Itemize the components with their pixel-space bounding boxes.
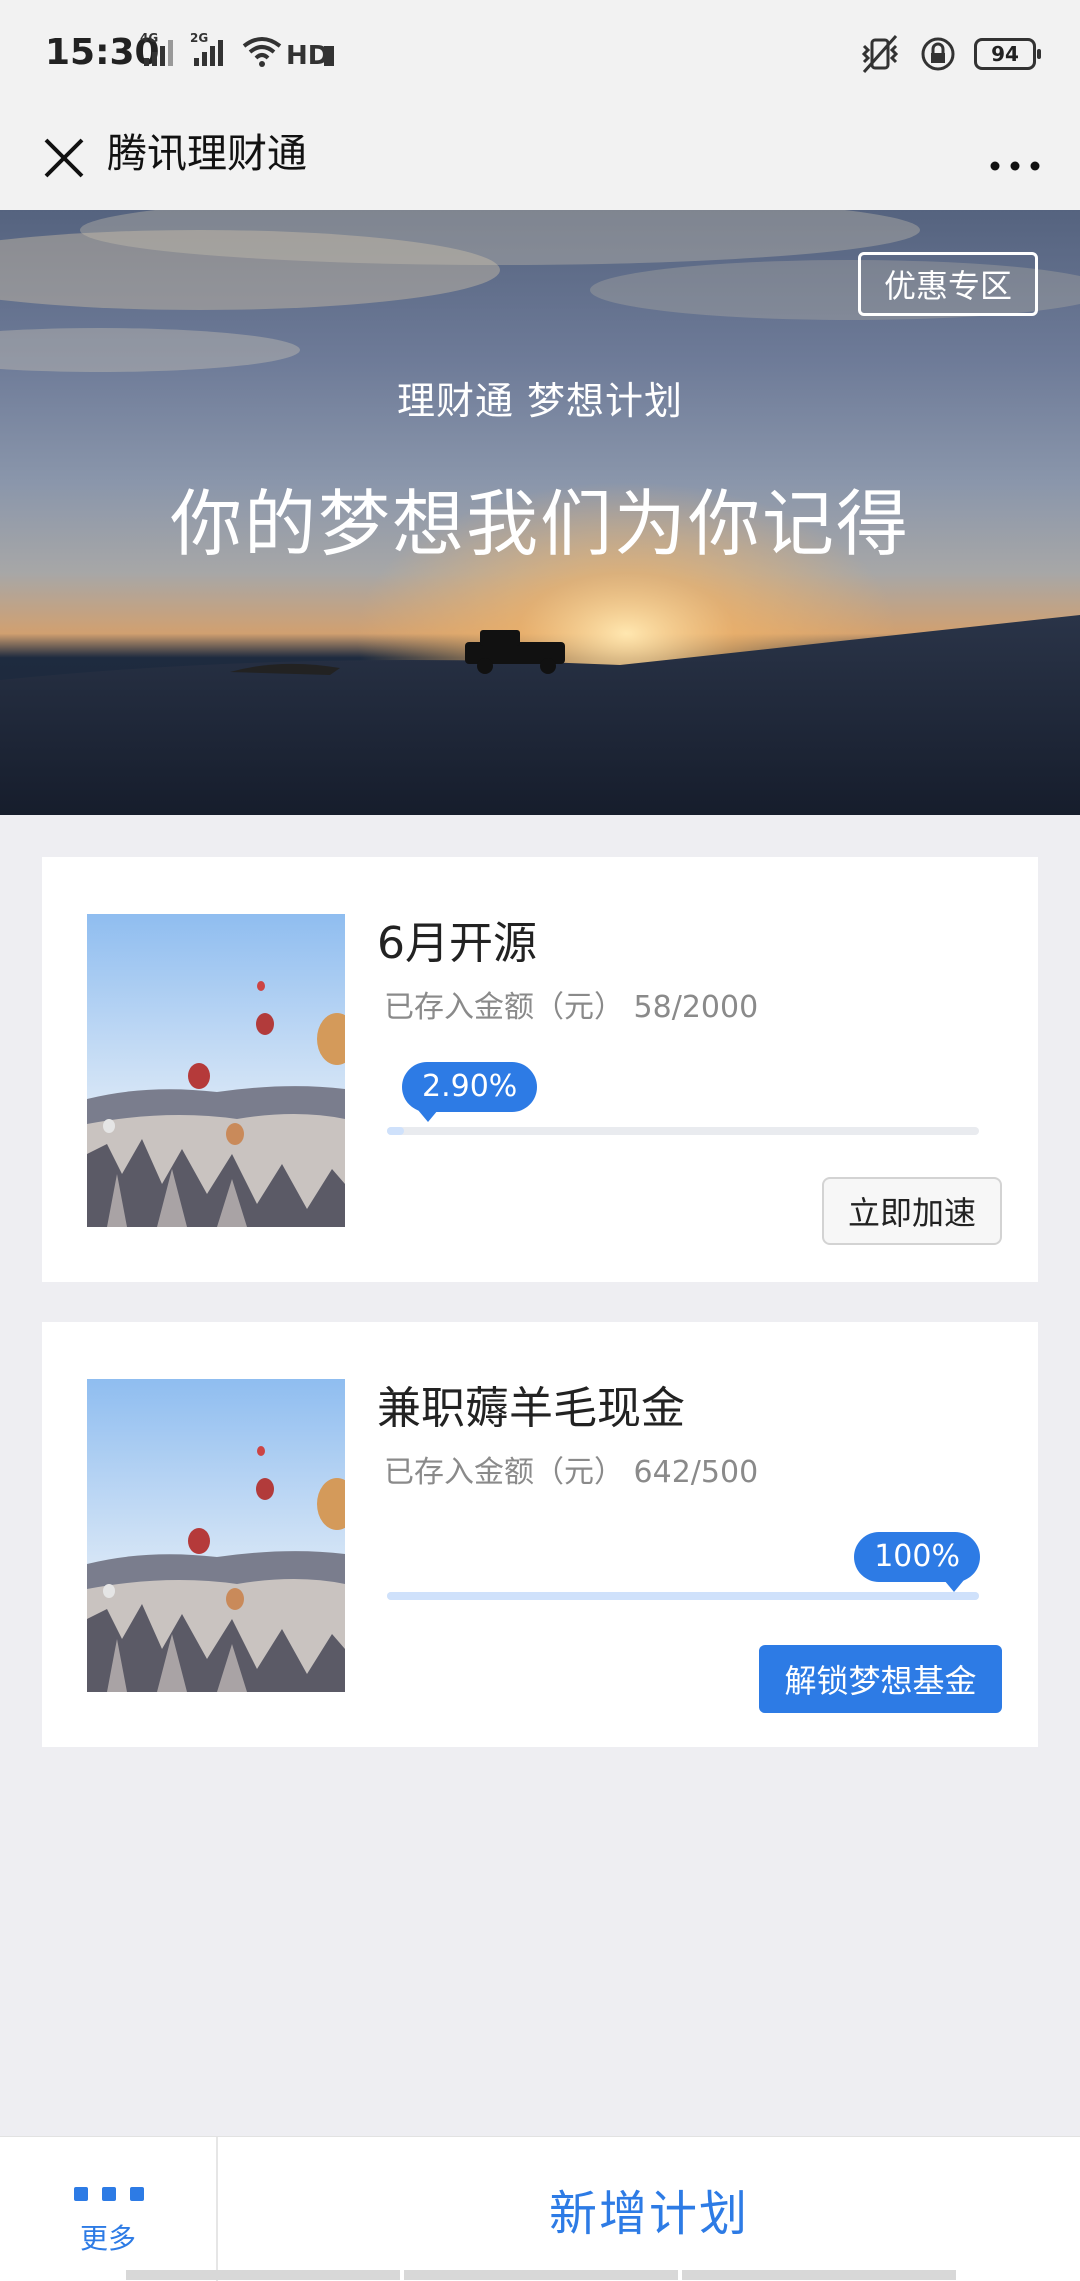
progress-fill — [387, 1127, 405, 1135]
hd-icon: HD — [286, 41, 334, 70]
more-tab[interactable]: 更多 — [0, 2137, 218, 2281]
signal-4g-icon: 4G — [140, 31, 173, 66]
battery-icon: 94 — [974, 38, 1041, 70]
svg-text:HD: HD — [286, 41, 329, 70]
banner: 优惠专区 理财通 梦想计划 你的梦想我们为你记得 — [0, 210, 1080, 815]
status-bar: 15:30 4G 2G HD 94 — [0, 0, 1080, 110]
banner-title: 你的梦想我们为你记得 — [169, 482, 910, 566]
hot-air-balloon-image — [87, 1379, 345, 1692]
accelerate-button[interactable]: 立即加速 — [822, 1177, 1002, 1245]
new-plan-button[interactable]: 新增计划 — [218, 2137, 1080, 2281]
status-right: 94 — [858, 34, 1041, 74]
plan-card[interactable]: 兼职薅羊毛现金 已存入金额（元） 642/500 100% 解锁梦想基金 — [42, 1322, 1038, 1747]
plan-card[interactable]: 6月开源 已存入金额（元） 58/2000 2.90% 立即加速 — [42, 857, 1038, 1282]
saved-amount-value: 642/500 — [633, 1455, 759, 1490]
page-title: 腾讯理财通 — [107, 131, 307, 177]
system-nav-indicator — [126, 2270, 956, 2280]
bottom-bar: 更多 新增计划 — [0, 2136, 1080, 2281]
wifi-icon — [242, 37, 282, 67]
banner-subtitle: 理财通 梦想计划 — [396, 379, 684, 423]
progress-fill — [387, 1592, 979, 1600]
rotation-lock-icon — [921, 37, 955, 71]
unlock-dream-fund-button[interactable]: 解锁梦想基金 — [759, 1645, 1002, 1713]
progress-percent-badge: 100% — [854, 1532, 980, 1592]
svg-text:2G: 2G — [190, 31, 208, 45]
plan-title: 6月开源 — [377, 918, 537, 969]
saved-amount-label: 已存入金额（元） — [384, 1455, 624, 1490]
more-options-icon[interactable] — [980, 130, 1050, 190]
saved-amount-label: 已存入金额（元） — [384, 990, 624, 1025]
vibrate-icon — [861, 35, 899, 73]
svg-text:4G: 4G — [140, 31, 158, 45]
more-dots-icon — [74, 2187, 144, 2201]
nav-bar: 腾讯理财通 — [0, 110, 1080, 210]
promo-zone-button[interactable]: 优惠专区 — [858, 252, 1038, 316]
plan-title: 兼职薅羊毛现金 — [377, 1383, 685, 1434]
close-icon[interactable] — [30, 124, 100, 194]
progress-percent-badge: 2.90% — [402, 1062, 538, 1122]
saved-amount: 已存入金额（元） 58/2000 — [384, 982, 758, 1026]
hot-air-balloon-image — [87, 914, 345, 1227]
saved-amount-value: 58/2000 — [633, 990, 759, 1025]
saved-amount: 已存入金额（元） 642/500 — [384, 1447, 758, 1491]
more-label: 更多 — [79, 2222, 136, 2255]
progress-track — [387, 1127, 979, 1135]
signal-2g-icon: 2G — [190, 31, 223, 66]
progress-track — [387, 1592, 979, 1600]
